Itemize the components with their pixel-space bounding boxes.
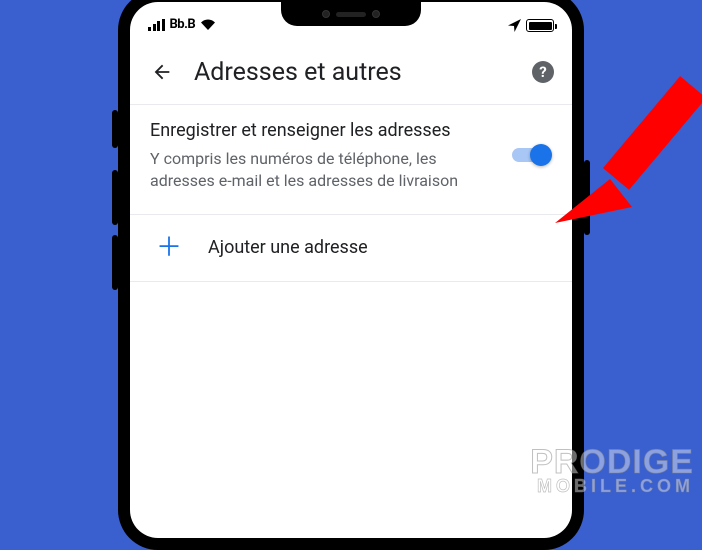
question-icon: ? xyxy=(539,63,546,81)
carrier-label: Bb.B xyxy=(170,17,196,32)
plus-icon: ＋ xyxy=(156,235,182,261)
wifi-icon xyxy=(200,19,216,31)
add-address-button[interactable]: ＋ Ajouter une adresse xyxy=(130,215,572,282)
save-addresses-setting: Enregistrer et renseigner les adresses Y… xyxy=(130,104,572,215)
add-address-label: Ajouter une adresse xyxy=(208,237,368,258)
phone-screen: Bb.B Adresses et autres ? xyxy=(130,2,572,538)
help-button[interactable]: ? xyxy=(532,61,554,83)
arrow-left-icon xyxy=(151,61,173,83)
page-header: Adresses et autres ? xyxy=(130,34,572,104)
phone-side-button xyxy=(112,235,118,290)
page-title: Adresses et autres xyxy=(194,58,518,87)
back-button[interactable] xyxy=(144,54,180,90)
phone-side-button xyxy=(112,170,118,225)
location-icon xyxy=(508,19,521,32)
phone-frame: Bb.B Adresses et autres ? xyxy=(118,0,584,550)
battery-icon xyxy=(526,19,554,32)
signal-icon xyxy=(148,19,165,31)
phone-side-button xyxy=(584,160,590,235)
phone-side-button xyxy=(112,110,118,148)
phone-notch xyxy=(281,2,421,26)
setting-description: Y compris les numéros de téléphone, les … xyxy=(150,148,496,191)
setting-title: Enregistrer et renseigner les adresses xyxy=(150,119,496,142)
save-addresses-toggle[interactable] xyxy=(512,144,552,166)
